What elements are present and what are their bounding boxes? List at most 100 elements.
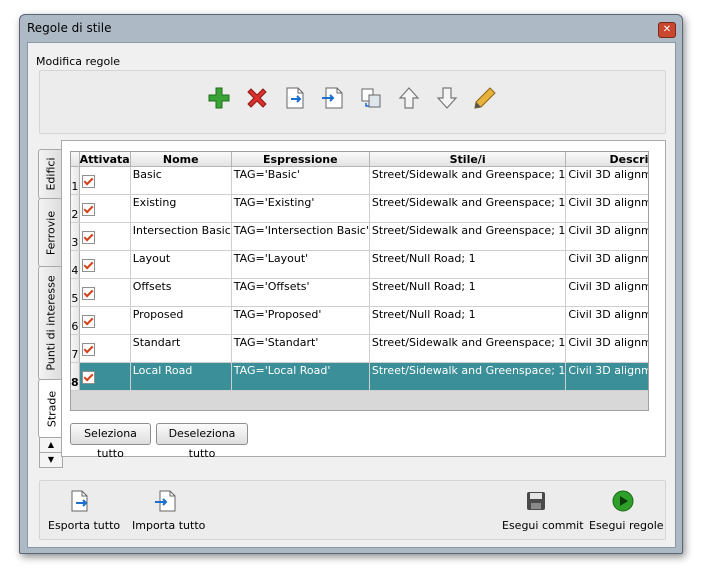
expression-cell[interactable]: TAG='Existing' xyxy=(231,194,370,223)
active-checkbox[interactable] xyxy=(81,343,95,356)
run-rules-button[interactable]: Esegui regole xyxy=(589,519,664,532)
description-cell[interactable]: Civil 3D alignment style rule xyxy=(565,222,648,251)
style-cell[interactable]: Street/Null Road; 1 xyxy=(369,278,567,307)
table-row[interactable]: 5 Offsets TAG='Offsets' Street/Null Road… xyxy=(71,278,648,307)
tab-ferrovie[interactable]: Ferrovie xyxy=(38,198,63,267)
style-cell[interactable]: Street/Sidewalk and Greenspace; 1 xyxy=(369,334,567,363)
expression-cell[interactable]: TAG='Standart' xyxy=(231,334,370,363)
import-all-icon[interactable] xyxy=(154,489,178,513)
dialog-body: Modifica regole Edifici Ferrovie Punti d… xyxy=(27,42,676,548)
expression-cell[interactable]: TAG='Proposed' xyxy=(231,306,370,335)
row-number[interactable]: 4 xyxy=(71,250,80,279)
description-cell[interactable]: Civil 3D alignment style rule xyxy=(565,306,648,335)
close-button[interactable]: ✕ xyxy=(658,22,676,38)
style-rules-dialog: Regole di stile ✕ Modifica regole Edific… xyxy=(19,14,683,554)
row-number[interactable]: 7 xyxy=(71,334,80,363)
active-checkbox[interactable] xyxy=(81,371,95,384)
row-number[interactable]: 6 xyxy=(71,306,80,335)
active-checkbox-cell[interactable] xyxy=(79,278,131,307)
style-cell[interactable]: Street/Sidewalk and Greenspace; 1 xyxy=(369,194,567,223)
edit-icon[interactable] xyxy=(472,85,498,111)
tab-edifici[interactable]: Edifici xyxy=(38,149,63,199)
copy-icon[interactable] xyxy=(358,85,384,111)
description-cell[interactable]: Civil 3D alignment style rule xyxy=(565,166,648,195)
tabs-scroll-up-button[interactable]: ▲ xyxy=(39,437,63,453)
active-checkbox-cell[interactable] xyxy=(79,194,131,223)
tabs-scroll-down-button[interactable]: ▼ xyxy=(39,452,63,468)
table-row[interactable]: 6 Proposed TAG='Proposed' Street/Null Ro… xyxy=(71,306,648,335)
rules-toolbar xyxy=(39,70,666,134)
style-cell[interactable]: Street/Sidewalk and Greenspace; 1 xyxy=(369,222,567,251)
arrow-up-icon: ▲ xyxy=(47,440,55,449)
name-cell[interactable]: Standart xyxy=(130,334,232,363)
title-bar[interactable]: Regole di stile ✕ xyxy=(20,15,682,42)
name-cell[interactable]: Existing xyxy=(130,194,232,223)
name-cell[interactable]: Offsets xyxy=(130,278,232,307)
move-up-icon[interactable] xyxy=(396,85,422,111)
window-title: Regole di stile xyxy=(27,21,112,35)
table-row[interactable]: 7 Standart TAG='Standart' Street/Sidewal… xyxy=(71,334,648,363)
run-icon[interactable] xyxy=(611,489,635,513)
table-row[interactable]: 1 Basic TAG='Basic' Street/Sidewalk and … xyxy=(71,166,648,195)
expression-cell[interactable]: TAG='Local Road' xyxy=(231,362,370,391)
column-header-espressione[interactable]: Espressione xyxy=(231,152,370,167)
column-header-attivata[interactable]: Attivata xyxy=(79,152,131,167)
active-checkbox[interactable] xyxy=(81,315,95,328)
expression-cell[interactable]: TAG='Offsets' xyxy=(231,278,370,307)
expression-cell[interactable]: TAG='Layout' xyxy=(231,250,370,279)
close-icon: ✕ xyxy=(662,24,672,35)
description-cell[interactable]: Civil 3D alignment style rule xyxy=(565,278,648,307)
active-checkbox[interactable] xyxy=(81,259,95,272)
tab-punti-di-interesse[interactable]: Punti di interesse xyxy=(38,266,63,380)
row-number[interactable]: 5 xyxy=(71,278,80,307)
description-cell[interactable]: Civil 3D alignment style rule xyxy=(565,334,648,363)
description-cell[interactable]: Civil 3D alignment style rule xyxy=(565,362,648,391)
table-row-selected[interactable]: 8 Local Road TAG='Local Road' Street/Sid… xyxy=(71,362,648,391)
table-row[interactable]: 2 Existing TAG='Existing' Street/Sidewal… xyxy=(71,194,648,223)
description-cell[interactable]: Civil 3D alignment style rule xyxy=(565,250,648,279)
row-number[interactable]: 8 xyxy=(71,362,80,391)
name-cell[interactable]: Proposed xyxy=(130,306,232,335)
active-checkbox[interactable] xyxy=(81,175,95,188)
save-icon[interactable] xyxy=(524,489,548,513)
name-cell[interactable]: Basic xyxy=(130,166,232,195)
active-checkbox-cell[interactable] xyxy=(79,166,131,195)
deselect-all-button[interactable]: Deseleziona tutto xyxy=(156,423,248,460)
import-icon[interactable] xyxy=(320,85,346,111)
move-down-icon[interactable] xyxy=(434,85,460,111)
style-cell[interactable]: Street/Sidewalk and Greenspace; 1 xyxy=(369,362,567,391)
name-cell[interactable]: Local Road xyxy=(130,362,232,391)
style-cell[interactable]: Street/Null Road; 1 xyxy=(369,306,567,335)
expression-cell[interactable]: TAG='Intersection Basic' xyxy=(231,222,370,251)
active-checkbox-cell[interactable] xyxy=(79,362,131,391)
expression-cell[interactable]: TAG='Basic' xyxy=(231,166,370,195)
style-cell[interactable]: Street/Sidewalk and Greenspace; 1 xyxy=(369,166,567,195)
active-checkbox-cell[interactable] xyxy=(79,250,131,279)
column-header-stile[interactable]: Stile/i xyxy=(369,152,567,167)
table-row[interactable]: 4 Layout TAG='Layout' Street/Null Road; … xyxy=(71,250,648,279)
active-checkbox[interactable] xyxy=(81,203,95,216)
style-cell[interactable]: Street/Null Road; 1 xyxy=(369,250,567,279)
row-number[interactable]: 2 xyxy=(71,194,80,223)
name-cell[interactable]: Intersection Basic xyxy=(130,222,232,251)
row-number[interactable]: 1 xyxy=(71,166,80,195)
select-all-button[interactable]: Seleziona tutto xyxy=(70,423,151,460)
active-checkbox[interactable] xyxy=(81,231,95,244)
export-all-icon[interactable] xyxy=(68,489,92,513)
active-checkbox-cell[interactable] xyxy=(79,222,131,251)
commit-button[interactable]: Esegui commit xyxy=(502,519,584,532)
import-all-button[interactable]: Importa tutto xyxy=(132,519,205,532)
table-row[interactable]: 3 Intersection Basic TAG='Intersection B… xyxy=(71,222,648,251)
active-checkbox-cell[interactable] xyxy=(79,306,131,335)
add-icon[interactable] xyxy=(206,85,232,111)
row-number[interactable]: 3 xyxy=(71,222,80,251)
column-header-nome[interactable]: Nome xyxy=(130,152,232,167)
export-all-button[interactable]: Esporta tutto xyxy=(48,519,120,532)
name-cell[interactable]: Layout xyxy=(130,250,232,279)
active-checkbox[interactable] xyxy=(81,287,95,300)
description-cell[interactable]: Civil 3D alignment style rule xyxy=(565,194,648,223)
export-icon[interactable] xyxy=(282,85,308,111)
column-header-descrizione[interactable]: Descrizione xyxy=(565,152,648,167)
active-checkbox-cell[interactable] xyxy=(79,334,131,363)
delete-icon[interactable] xyxy=(244,85,270,111)
